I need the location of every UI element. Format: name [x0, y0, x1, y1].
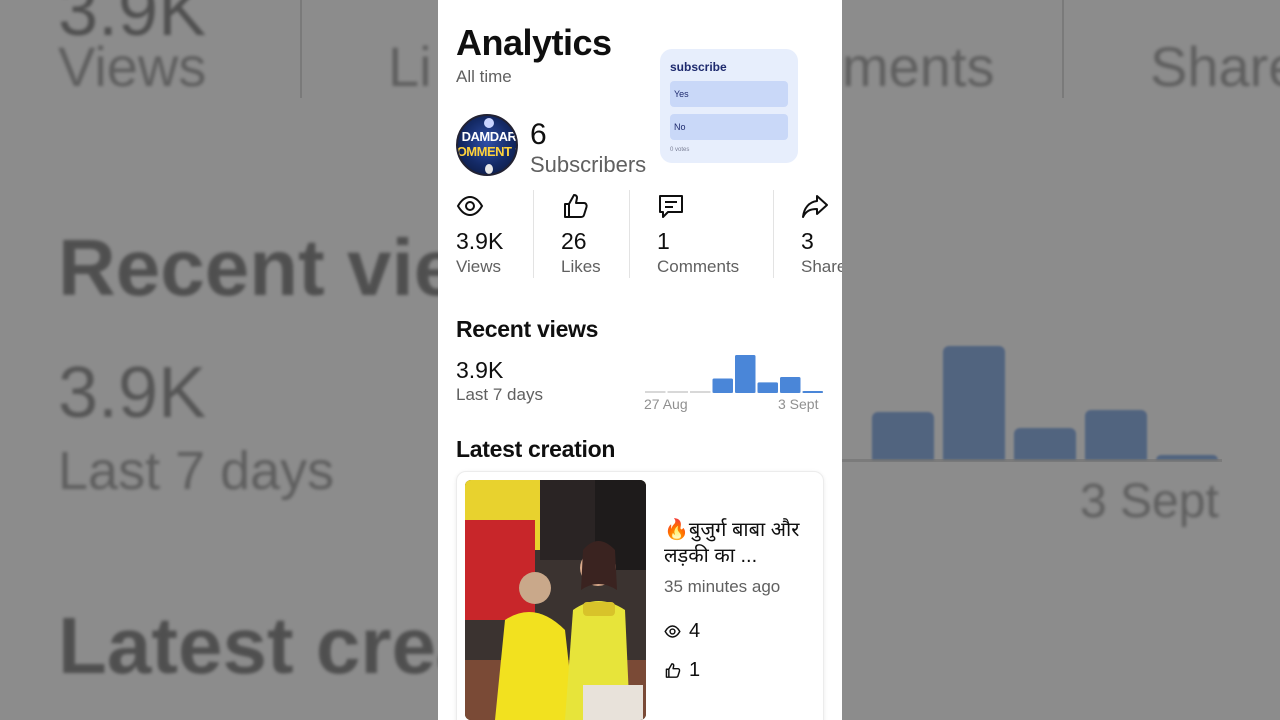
- page-title: Analytics: [456, 22, 612, 63]
- stat-divider: [773, 190, 774, 278]
- bg-recent-value: 3.9K: [58, 353, 207, 433]
- stat-divider: [629, 190, 630, 278]
- subscriber-count: 6: [530, 118, 547, 151]
- video-likes: 1: [664, 658, 700, 682]
- chart-bar[interactable]: [780, 377, 801, 393]
- bg-axis-end: 3 Sept: [1080, 475, 1219, 528]
- video-thumbnail-image: [465, 480, 646, 720]
- chart-baseline-segment: [690, 391, 711, 393]
- share-icon: [802, 195, 828, 218]
- recent-views-label: Last 7 days: [456, 385, 543, 404]
- bg-bar: [872, 412, 934, 460]
- analytics-panel: Analytics All time subscribe Yes No 0 vo…: [438, 0, 842, 720]
- avatar-text-2: OMMENT 1: [456, 144, 518, 159]
- video-thumbnail[interactable]: [465, 480, 646, 720]
- thumbs-up-icon: [665, 662, 681, 678]
- bg-bar: [943, 346, 1005, 460]
- bg-label-shares: Share: [1150, 35, 1280, 98]
- chart-axis-start: 27 Aug: [644, 396, 688, 412]
- bg-bar: [1014, 428, 1076, 460]
- channel-avatar[interactable]: DAMDAR OMMENT 1: [456, 114, 518, 176]
- video-views: 4: [664, 619, 700, 643]
- latest-video-card[interactable]: 🔥बुजुर्ग बाबा और लड़की का ... 35 minutes…: [456, 471, 824, 720]
- video-title[interactable]: 🔥बुजुर्ग बाबा और लड़की का ...: [664, 517, 814, 569]
- stat-divider: [533, 190, 534, 278]
- stat-label: Comments: [657, 257, 740, 276]
- subscriber-label: Subscribers: [530, 152, 647, 177]
- video-time: 35 minutes ago: [664, 577, 781, 596]
- chart-bar[interactable]: [735, 355, 756, 393]
- poll-option-no[interactable]: No: [670, 114, 788, 140]
- eye-icon: [456, 195, 484, 217]
- recent-views-value: 3.9K: [456, 357, 504, 383]
- chart-bar[interactable]: [712, 378, 734, 393]
- stat-value: 3.9K: [456, 228, 504, 254]
- stat-value: 1: [657, 228, 670, 254]
- chart-axis-end: 3 Sept: [778, 396, 819, 412]
- avatar-text-1: DAMDAR: [461, 129, 517, 144]
- poll-votes: 0 votes: [670, 147, 690, 153]
- recent-views-chart[interactable]: [644, 345, 824, 393]
- chart-baseline-segment: [645, 391, 666, 393]
- poll-option-yes[interactable]: Yes: [670, 81, 788, 107]
- stat-value: 3: [801, 228, 814, 254]
- chart-bar[interactable]: [757, 382, 779, 393]
- bg-divider: [1062, 0, 1064, 98]
- stat-label: Shares: [801, 257, 842, 276]
- chart-baseline-segment: [667, 391, 688, 393]
- bg-recent-label: Last 7 days: [58, 441, 335, 501]
- time-range-label[interactable]: All time: [456, 67, 512, 87]
- bg-heading-latest: Latest crea: [58, 601, 481, 690]
- thumbs-up-icon: [564, 194, 588, 218]
- chart-bar[interactable]: [802, 391, 824, 393]
- stat-label: Likes: [561, 257, 601, 276]
- video-views-count: 4: [689, 619, 701, 642]
- bg-label-comments: ments: [842, 35, 995, 98]
- latest-creation-heading: Latest creation: [456, 436, 616, 462]
- bg-label-views: Views: [58, 35, 207, 98]
- bg-label-likes: Li: [388, 35, 432, 98]
- poll-card[interactable]: subscribe Yes No 0 votes: [660, 49, 798, 163]
- video-likes-count: 1: [689, 658, 701, 681]
- avatar-mic: [485, 164, 493, 174]
- recent-views-heading: Recent views: [456, 316, 599, 342]
- bg-baseline: [842, 459, 1222, 462]
- avatar-emblem: [484, 118, 494, 128]
- poll-question: subscribe: [670, 60, 727, 74]
- bg-divider: [300, 0, 302, 98]
- stat-value: 26: [561, 228, 587, 254]
- bg-bar: [1085, 410, 1147, 460]
- stat-label: Views: [456, 257, 502, 276]
- eye-icon: [664, 624, 681, 638]
- comment-icon: [659, 195, 683, 218]
- bg-heading-recent: Recent vie: [58, 223, 459, 312]
